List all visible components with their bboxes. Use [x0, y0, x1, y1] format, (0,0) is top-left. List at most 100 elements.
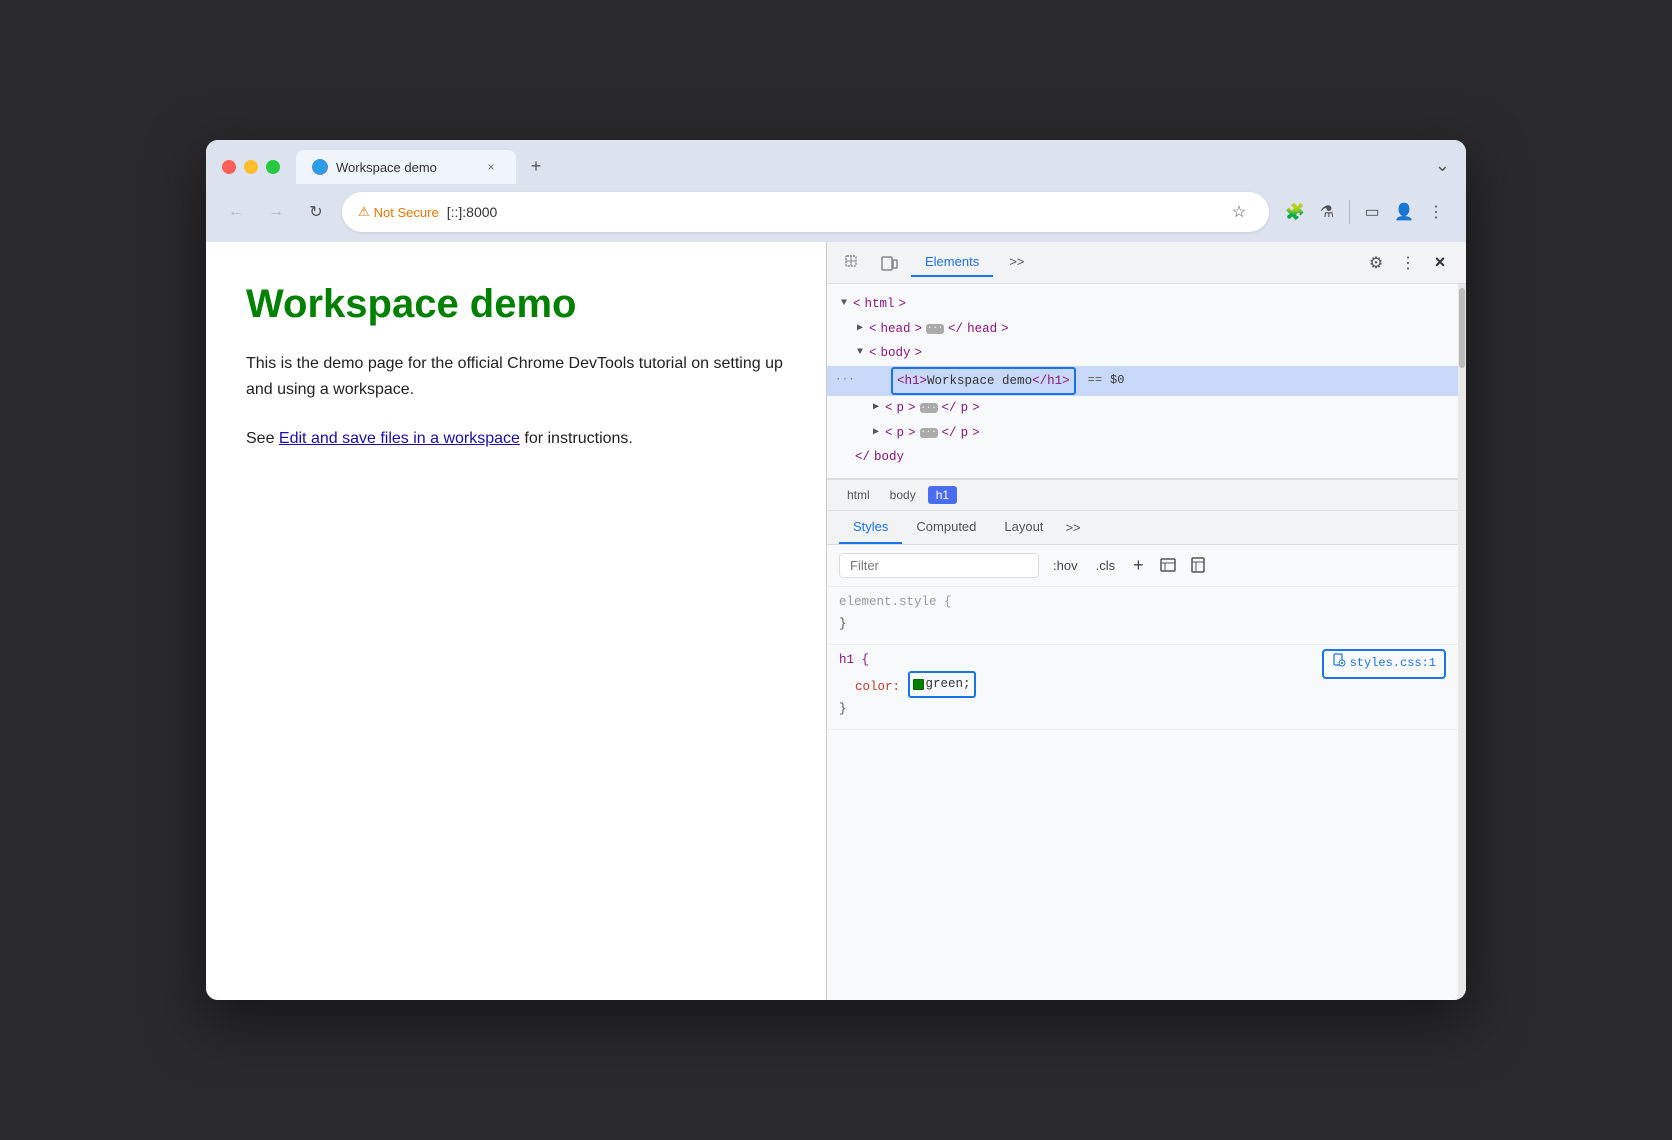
expand-p1[interactable]: ▶	[871, 403, 881, 413]
color-value-highlight: green;	[908, 671, 976, 698]
device-toggle-button[interactable]	[875, 249, 903, 277]
profile-button[interactable]: 👤	[1390, 198, 1418, 226]
filter-input[interactable]	[839, 553, 1039, 578]
head-ellipsis[interactable]: ···	[926, 324, 944, 334]
style-icon-btn1[interactable]	[1156, 553, 1180, 577]
dom-row-html[interactable]: ▼ <html>	[827, 292, 1458, 317]
tab-favicon: 🌐	[312, 159, 328, 175]
warning-icon: ⚠	[358, 204, 370, 220]
devtools-scrollbar[interactable]	[1458, 284, 1466, 1000]
extensions-button[interactable]: 🧩	[1281, 198, 1309, 226]
layout-tab[interactable]: Layout	[990, 511, 1057, 544]
h1-dollar: $0	[1110, 370, 1124, 392]
title-bar: 🌐 Workspace demo × + ⌄	[206, 140, 1466, 184]
dom-row-h1[interactable]: ··· <h1>Workspace demo</h1> == $0	[827, 366, 1458, 397]
traffic-lights	[222, 160, 280, 184]
styles-panel: Styles Computed Layout >> :hov .cls +	[827, 511, 1458, 1001]
minimize-traffic-light[interactable]	[244, 160, 258, 174]
sidebar-button[interactable]: ▭	[1358, 198, 1386, 226]
inspect-button[interactable]	[839, 249, 867, 277]
forward-button[interactable]: →	[262, 198, 290, 226]
back-button[interactable]: ←	[222, 198, 250, 226]
styles-more-tabs[interactable]: >>	[1065, 520, 1080, 535]
p2-ellipsis[interactable]: ···	[920, 428, 938, 438]
devtools-panel: Elements >> ⚙ ⋮ × ▼	[826, 242, 1466, 1000]
expand-head[interactable]: ▶	[855, 324, 865, 334]
h1-css-content: h1 { color: green; }	[839, 649, 976, 721]
paragraph2-post: for instructions.	[520, 430, 633, 447]
more-tabs-button[interactable]: ⌄	[1435, 155, 1450, 184]
more-devtools-tabs[interactable]: >>	[1001, 248, 1032, 277]
close-traffic-light[interactable]	[222, 160, 236, 174]
expand-html[interactable]: ▼	[839, 299, 849, 309]
security-text: Not Secure	[374, 205, 439, 220]
tab-row: 🌐 Workspace demo × + ⌄	[222, 150, 1450, 184]
active-tab[interactable]: 🌐 Workspace demo ×	[296, 150, 516, 184]
page-heading: Workspace demo	[246, 282, 786, 327]
address-bar[interactable]: ⚠ Not Secure [::]:8000 ☆	[342, 192, 1269, 232]
expand-body[interactable]: ▼	[855, 348, 865, 358]
computed-tab[interactable]: Computed	[902, 511, 990, 544]
maximize-traffic-light[interactable]	[266, 160, 280, 174]
devtools-toolbar-right: ⚙ ⋮ ×	[1362, 249, 1454, 277]
address-actions: ☆	[1225, 198, 1253, 226]
content-area: Workspace demo This is the demo page for…	[206, 242, 1466, 1000]
elements-tab[interactable]: Elements	[911, 248, 993, 277]
dom-row-p1[interactable]: ▶ <p> ··· </p>	[827, 396, 1458, 421]
page-content: Workspace demo This is the demo page for…	[206, 242, 826, 1000]
h1-css-close: }	[839, 702, 847, 716]
tab-close-button[interactable]: ×	[482, 158, 500, 176]
element-style-close: }	[839, 617, 847, 631]
h1-css-property-line: color: green;	[839, 680, 976, 694]
add-style-button[interactable]: +	[1127, 553, 1150, 578]
security-indicator: ⚠ Not Secure	[358, 204, 439, 220]
toolbar-separator	[1349, 200, 1350, 224]
scrollbar-thumb[interactable]	[1459, 288, 1465, 368]
styles-tab[interactable]: Styles	[839, 511, 902, 544]
dom-tree: ▼ <html> ▶ <head> ··· </head>	[827, 284, 1458, 479]
devtools-tabs: Elements	[911, 248, 993, 277]
html-tag: <	[853, 293, 861, 316]
h1-rule-block: h1 { color: green; }	[827, 645, 1458, 730]
element-style-block: element.style { }	[827, 587, 1458, 645]
breadcrumb-h1[interactable]: h1	[928, 486, 957, 504]
dom-row-p2[interactable]: ▶ <p> ··· </p>	[827, 421, 1458, 446]
browser-window: 🌐 Workspace demo × + ⌄ ← → ↻ ⚠ Not Secur…	[206, 140, 1466, 1000]
p1-ellipsis[interactable]: ···	[920, 403, 938, 413]
devtools-menu-button[interactable]: ⋮	[1394, 249, 1422, 277]
expand-p2[interactable]: ▶	[871, 428, 881, 438]
labs-button[interactable]: ⚗	[1313, 198, 1341, 226]
dom-row-body-close: </body	[827, 445, 1458, 470]
file-link[interactable]: styles.css:1	[1322, 649, 1446, 680]
breadcrumb-html[interactable]: html	[839, 486, 878, 504]
color-property: color:	[855, 680, 900, 694]
page-paragraph2: See Edit and save files in a workspace f…	[246, 426, 786, 452]
style-icon-btn2[interactable]	[1186, 553, 1210, 577]
bookmark-button[interactable]: ☆	[1225, 198, 1253, 226]
cls-button[interactable]: .cls	[1090, 556, 1122, 575]
menu-button[interactable]: ⋮	[1422, 198, 1450, 226]
devtools-settings-button[interactable]: ⚙	[1362, 249, 1390, 277]
color-swatch-green[interactable]	[913, 679, 924, 690]
filter-row: :hov .cls +	[827, 545, 1458, 587]
file-icon	[1332, 653, 1346, 676]
file-link-text[interactable]: styles.css:1	[1350, 653, 1436, 675]
refresh-button[interactable]: ↻	[302, 198, 330, 226]
devtools-close-button[interactable]: ×	[1426, 249, 1454, 277]
dom-row-body[interactable]: ▼ <body>	[827, 341, 1458, 366]
paragraph2-pre: See	[246, 430, 279, 447]
devtools-inner: ▼ <html> ▶ <head> ··· </head>	[827, 284, 1466, 1000]
tab-title: Workspace demo	[336, 160, 437, 175]
hov-button[interactable]: :hov	[1047, 556, 1084, 575]
new-tab-button[interactable]: +	[520, 152, 552, 184]
filter-actions: :hov .cls +	[1047, 553, 1210, 578]
address-row: ← → ↻ ⚠ Not Secure [::]:8000 ☆ 🧩 ⚗ ▭ 👤 ⋮	[206, 184, 1466, 242]
workspace-link[interactable]: Edit and save files in a workspace	[279, 430, 520, 447]
address-text: [::]:8000	[447, 204, 498, 220]
color-value: green;	[926, 673, 971, 696]
dom-row-indicator: ···	[835, 371, 855, 391]
dom-row-head[interactable]: ▶ <head> ··· </head>	[827, 317, 1458, 342]
breadcrumb-body[interactable]: body	[882, 486, 924, 504]
toolbar-actions: 🧩 ⚗ ▭ 👤 ⋮	[1281, 198, 1450, 226]
h1-selected-highlight: <h1>Workspace demo</h1>	[891, 367, 1076, 396]
